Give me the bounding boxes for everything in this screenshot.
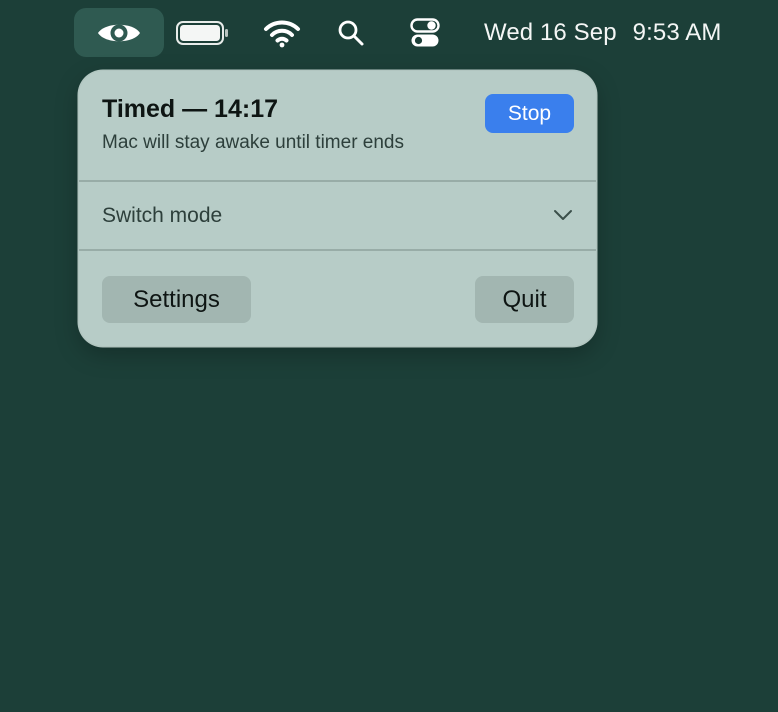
awake-timer-popover: Timed — 14:17 Mac will stay awake until … [79,71,596,346]
menubar-clock[interactable]: Wed 16 Sep 9:53 AM [484,16,721,50]
chevron-down-icon [554,210,572,220]
stop-button[interactable]: Stop [485,94,574,133]
settings-button[interactable]: Settings [102,276,251,323]
spotlight-search[interactable] [334,16,368,50]
timer-subtitle: Mac will stay awake until timer ends [102,132,404,153]
wifi-status[interactable] [262,16,302,50]
control-center[interactable] [406,16,444,50]
battery-status[interactable] [174,20,230,46]
clock-date: Wed 16 Sep [484,19,617,46]
wifi-icon [264,20,300,48]
control-center-icon [410,18,440,47]
clock-time: 9:53 AM [632,19,722,46]
battery-icon [176,21,228,45]
switch-mode-label: Switch mode [102,204,223,227]
divider [79,249,596,251]
search-icon [338,20,364,46]
status-item-eye[interactable] [74,8,164,57]
switch-mode-row[interactable]: Switch mode [79,182,596,249]
quit-button[interactable]: Quit [475,276,574,323]
timer-title: Timed — 14:17 [102,95,279,123]
panel-header: Timed — 14:17 Mac will stay awake until … [79,71,596,181]
eye-icon [98,24,140,41]
